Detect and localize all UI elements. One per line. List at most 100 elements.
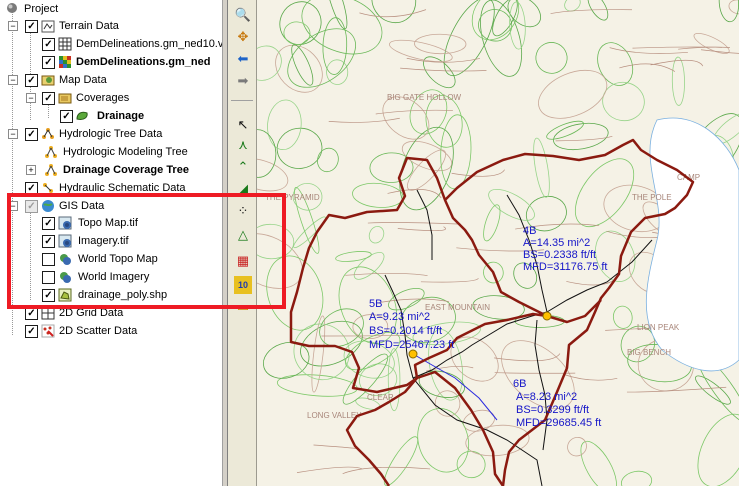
tree-node-drainage-poly-shp[interactable]: ✓ drainage_poly.shp	[0, 286, 222, 304]
map-canvas[interactable]: BIG GATE HOLLOW THE PYRAMID EAST MOUNTAIN L…	[257, 0, 739, 486]
color-grid-icon[interactable]: ▦	[234, 252, 252, 270]
collapse-toggle-icon[interactable]: −	[8, 129, 18, 139]
visibility-checkbox[interactable]: ✓	[25, 307, 38, 320]
grid-2d-icon	[41, 306, 55, 320]
back-arrow-icon[interactable]: ⬅	[234, 50, 252, 68]
visibility-checkbox[interactable]: ✓	[25, 200, 38, 213]
visibility-checkbox[interactable]	[42, 271, 55, 284]
tree-node-demdelineations-gm-ned[interactable]: ✓ DemDelineations.gm_ned	[0, 53, 222, 71]
project-explorer-tree: Project − ✓ Terrain Data ✓ DemDelineations.gm…	[0, 0, 222, 486]
tree-node-label: Project	[24, 3, 59, 15]
number-10-icon[interactable]: 10	[234, 276, 252, 294]
tree-node-2d-grid-data[interactable]: ✓ 2D Grid Data	[0, 304, 222, 322]
tree-node-terrain-data[interactable]: − ✓ Terrain Data	[0, 17, 222, 35]
map-folder-icon	[41, 73, 55, 87]
basemap-label: BIG BENCH	[627, 348, 671, 357]
tree-node-label: World Imagery	[78, 271, 150, 283]
tree-node-label: Terrain Data	[59, 20, 119, 32]
dem-grid-color-icon	[58, 55, 72, 69]
outlet-point-5b[interactable]	[408, 349, 418, 359]
tree-node-label: World Topo Map	[78, 253, 158, 265]
basin-slope: BS=0.2338 ft/ft	[523, 249, 596, 261]
visibility-checkbox[interactable]: ✓	[42, 289, 55, 302]
tree-node-hydraulic-schematic-data[interactable]: ✓ Hydraulic Schematic Data	[0, 179, 222, 197]
tree-node-gis-data[interactable]: − ✓ GIS Data	[0, 197, 222, 215]
create-point-icon[interactable]: ⁘	[234, 202, 252, 220]
create-polygon-icon[interactable]: △	[234, 226, 252, 244]
visibility-checkbox[interactable]: ✓	[42, 235, 55, 248]
visibility-checkbox[interactable]: ✓	[42, 217, 55, 230]
basemap-label: BIG GATE HOLLOW	[387, 93, 462, 102]
tree-node-coverages[interactable]: − ✓ Coverages	[0, 89, 222, 107]
visibility-checkbox[interactable]: ✓	[42, 56, 55, 69]
pan-icon[interactable]: ✥	[234, 28, 252, 46]
tree-node-label: Drainage	[97, 110, 145, 122]
visibility-checkbox[interactable]: ✓	[60, 110, 73, 123]
tree-node-imagery-tif[interactable]: ✓ Imagery.tif	[0, 232, 222, 250]
tree-node-demdelineations-gm-ned10-v[interactable]: ✓ DemDelineations.gm_ned10.v	[0, 35, 222, 53]
tree-node-drainage-coverage-tree[interactable]: + Drainage Coverage Tree	[0, 161, 222, 179]
tree-node-label: drainage_poly.shp	[78, 289, 168, 301]
tree-node-label: Drainage Coverage Tree	[63, 164, 189, 176]
basin-slope: BS=0.3299 ft/ft	[516, 404, 589, 416]
select-arc-icon[interactable]: ⌃	[234, 158, 252, 176]
tree-node-label: Map Data	[59, 74, 107, 86]
outlet-point-4b[interactable]	[542, 311, 552, 321]
hydraulic-schematic-icon	[41, 181, 55, 195]
visibility-checkbox[interactable]: ✓	[25, 128, 38, 141]
basin-area: A=8.23 mi^2	[516, 391, 577, 403]
select-polygon-icon[interactable]: ◢	[234, 180, 252, 198]
folder-icon[interactable]: ▭	[234, 298, 252, 316]
tree-node-drainage[interactable]: ✓ Drainage	[0, 107, 222, 125]
basemap-label: LION PEAK	[637, 323, 680, 332]
collapse-toggle-icon[interactable]: −	[8, 21, 18, 31]
toolbar-separator	[231, 100, 253, 101]
visibility-checkbox[interactable]: ✓	[25, 325, 38, 338]
basin-slope: BS=0.2014 ft/ft	[369, 325, 442, 337]
visibility-checkbox[interactable]	[42, 253, 55, 266]
tree-node-2d-scatter-data[interactable]: ✓ 2D Scatter Data	[0, 322, 222, 340]
basin-mfd: MFD=25467.23 ft	[369, 339, 454, 351]
collapse-toggle-icon[interactable]: −	[26, 93, 36, 103]
basin-area: A=9.23 mi^2	[369, 311, 430, 323]
raster-icon	[58, 216, 72, 230]
gis-globe-icon	[41, 199, 55, 213]
tree-node-icon	[44, 145, 58, 159]
shapefile-icon	[58, 288, 72, 302]
basin-mfd: MFD=29685.45 ft	[516, 417, 601, 429]
tree-node-topo-map-tif[interactable]: ✓ Topo Map.tif	[0, 214, 222, 232]
drainage-coverage-icon	[75, 109, 89, 123]
tree-node-project[interactable]: Project	[0, 0, 222, 18]
tree-node-map-data[interactable]: − ✓ Map Data	[0, 71, 222, 89]
tree-node-world-imagery[interactable]: World Imagery	[0, 268, 222, 286]
collapse-toggle-icon[interactable]: −	[8, 201, 18, 211]
tree-node-label: DemDelineations.gm_ned	[76, 56, 211, 68]
hydrologic-tree-icon	[41, 127, 55, 141]
tree-node-label: DemDelineations.gm_ned10.v	[76, 38, 222, 50]
tree-node-hydrologic-modeling-tree[interactable]: Hydrologic Modeling Tree	[0, 143, 222, 161]
select-vertex-icon[interactable]: ⋏	[234, 136, 252, 154]
terrain-folder-icon	[41, 19, 55, 33]
visibility-checkbox[interactable]: ✓	[42, 38, 55, 51]
basemap-label: EAST MOUNTAIN	[425, 303, 490, 312]
visibility-checkbox[interactable]: ✓	[25, 74, 38, 87]
scatter-2d-icon	[41, 324, 55, 338]
forward-arrow-icon[interactable]: ➡	[234, 72, 252, 90]
basin-id: 4B	[523, 225, 536, 237]
select-arrow-icon[interactable]: ↖	[234, 116, 252, 134]
visibility-checkbox[interactable]: ✓	[25, 20, 38, 33]
globe-layer-icon	[58, 252, 72, 266]
zoom-icon[interactable]: 🔍	[234, 6, 252, 24]
tree-node-hydrologic-tree-data[interactable]: − ✓ Hydrologic Tree Data	[0, 125, 222, 143]
basin-id: 5B	[369, 298, 382, 310]
project-icon	[6, 2, 20, 16]
tree-node-label: Imagery.tif	[78, 235, 129, 247]
visibility-checkbox[interactable]: ✓	[25, 182, 38, 195]
collapse-toggle-icon[interactable]: −	[8, 75, 18, 85]
map-view[interactable]: BIG GATE HOLLOW THE PYRAMID EAST MOUNTAIN L…	[257, 0, 739, 486]
visibility-checkbox[interactable]: ✓	[42, 92, 55, 105]
expand-toggle-icon[interactable]: +	[26, 165, 36, 175]
snow-area	[645, 117, 739, 372]
basin-area: A=14.35 mi^2	[523, 237, 590, 249]
tree-node-world-topo-map[interactable]: World Topo Map	[0, 250, 222, 268]
